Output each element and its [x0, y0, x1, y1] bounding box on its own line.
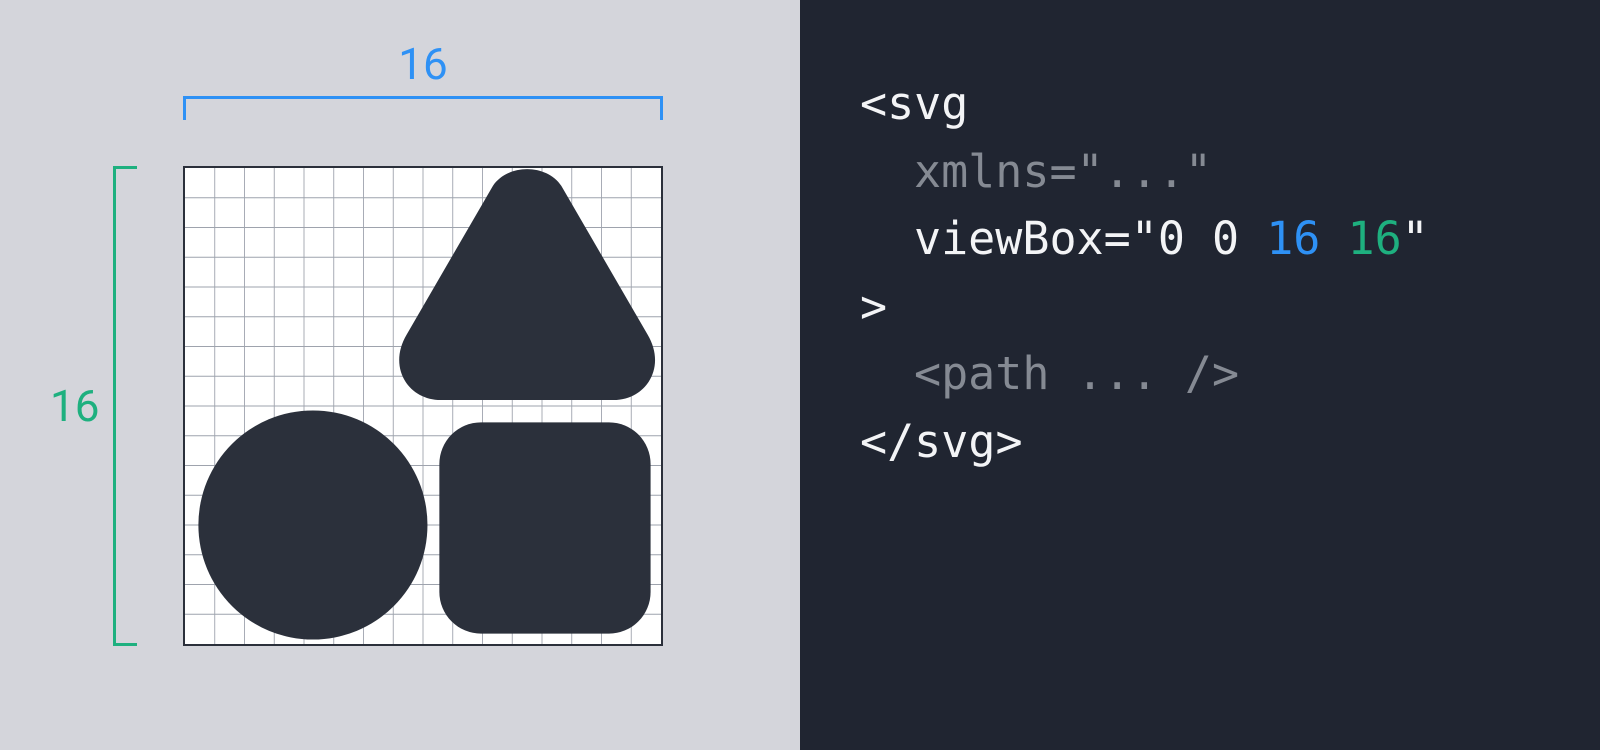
height-dimension: 16: [50, 166, 137, 646]
height-label: 16: [50, 380, 99, 432]
code-panel: <svg xmlns="..." viewBox="0 0 16 16" > <…: [800, 0, 1600, 750]
code-line-5: <path ... />: [914, 347, 1239, 400]
width-bracket-icon: [183, 96, 663, 120]
circle-shape-icon: [198, 410, 427, 639]
code-line-6: </svg>: [860, 415, 1023, 468]
code-block: <svg xmlns="..." viewBox="0 0 16 16" > <…: [860, 70, 1540, 475]
height-bracket-icon: [113, 166, 137, 646]
code-line-3-attr: viewBox="0 0: [914, 212, 1266, 265]
width-label: 16: [398, 38, 447, 90]
code-line-4: >: [860, 280, 887, 333]
code-viewbox-width: 16: [1266, 212, 1320, 265]
visual-panel: 16 16: [0, 0, 800, 750]
square-shape-icon: [439, 422, 650, 633]
icon-grid-box: [183, 166, 663, 646]
width-dimension: 16: [183, 38, 663, 120]
shapes-svg-icon: [185, 168, 661, 644]
triangle-shape-icon: [399, 169, 655, 400]
code-line-3-end: ": [1402, 212, 1429, 265]
code-line-2-value: ="...": [1049, 145, 1212, 198]
code-line-1: <svg: [860, 77, 968, 130]
code-viewbox-height: 16: [1347, 212, 1401, 265]
code-line-2-attr: xmlns: [914, 145, 1049, 198]
diagram-container: 16 16 <svg xmlns="...": [0, 0, 1600, 750]
